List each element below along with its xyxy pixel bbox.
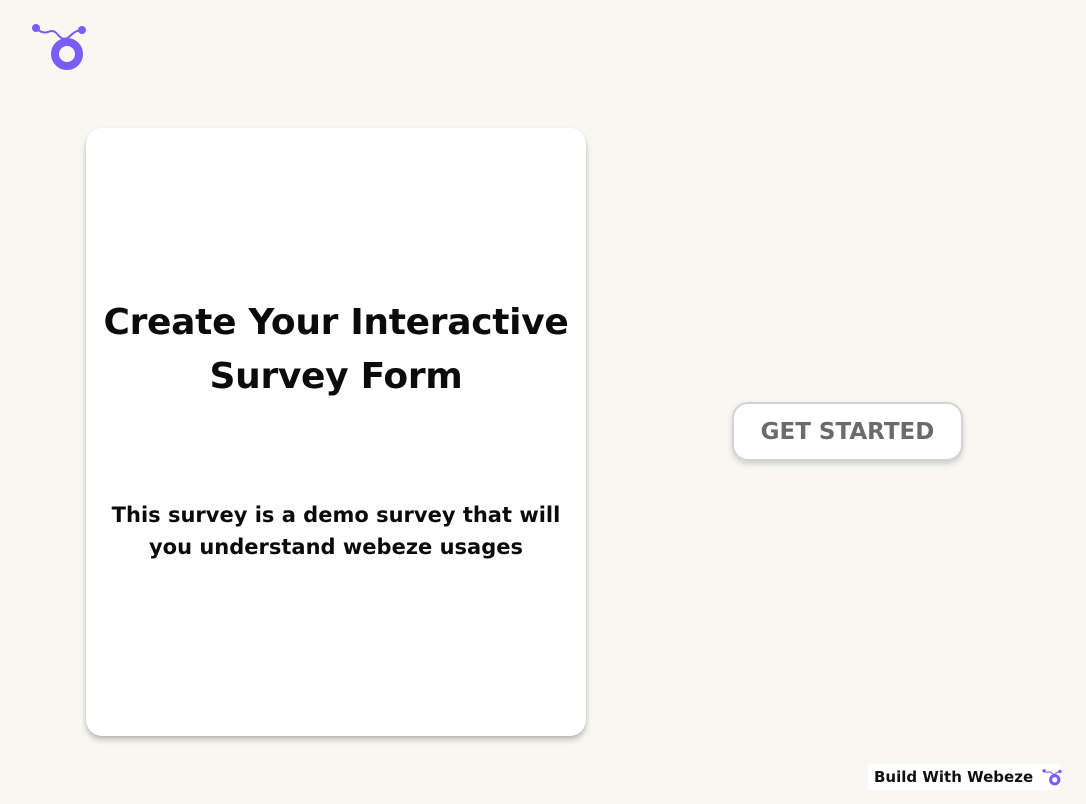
survey-title: Create Your Interactive Survey Form xyxy=(103,302,569,397)
survey-description: This survey is a demo survey that will y… xyxy=(111,503,561,559)
badge-label: Build With Webeze xyxy=(874,768,1034,786)
get-started-button[interactable]: GET STARTED xyxy=(732,402,963,461)
intro-card: Create Your Interactive Survey Form This… xyxy=(86,128,586,736)
webeze-badge-icon xyxy=(1042,768,1062,786)
build-with-webeze-badge[interactable]: Build With Webeze xyxy=(868,764,1062,790)
webeze-logo-icon[interactable] xyxy=(30,20,88,72)
